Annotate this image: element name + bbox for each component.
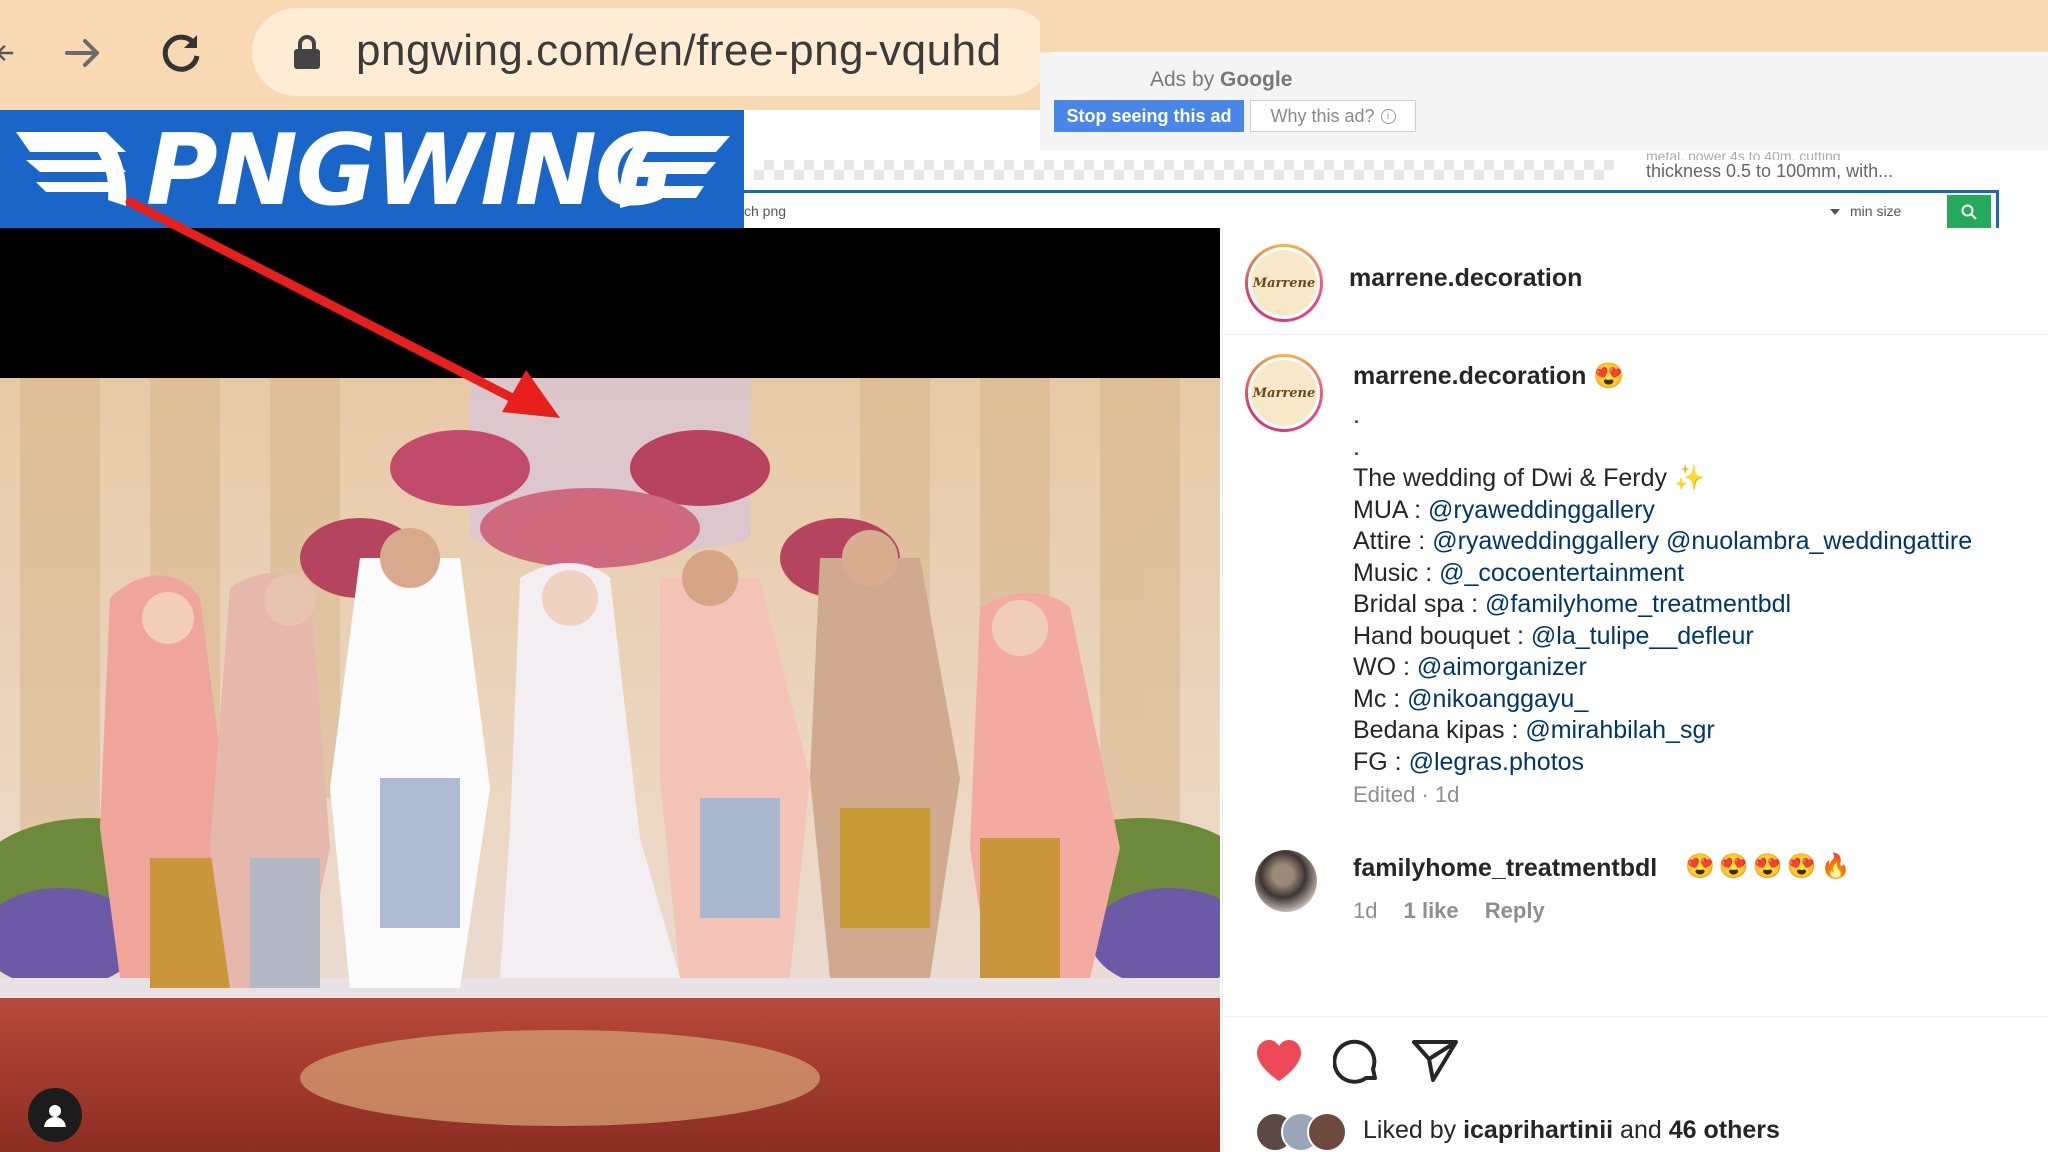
why-this-ad-button[interactable]: Why this ad? i — [1250, 100, 1416, 132]
comment-meta: 1d 1 like Reply — [1353, 898, 1565, 924]
mention-link[interactable]: @ryaweddinggallery — [1428, 496, 1655, 524]
caption-line: Bridal spa : @familyhome_treatmentbdl — [1353, 590, 1792, 618]
transparency-pattern — [754, 160, 1614, 180]
info-icon: i — [1380, 108, 1396, 124]
liked-by-user[interactable]: icaprihartinii — [1463, 1116, 1613, 1144]
chevron-down-icon — [1830, 209, 1840, 216]
post-caption: . . The wedding of Dwi & Ferdy ✨ MUA : @… — [1353, 400, 1972, 778]
liked-by-avatars[interactable] — [1255, 1112, 1355, 1152]
search-input[interactable]: ch png — [744, 203, 786, 219]
red-arrow-annotation — [125, 197, 560, 418]
heart-filled-icon — [1257, 1040, 1301, 1081]
mention-link[interactable]: @_cocoentertainment — [1439, 559, 1684, 587]
wing-left-icon — [16, 132, 127, 206]
caption-line: . — [1353, 432, 1360, 461]
comment-time: 1d — [1353, 898, 1378, 923]
ad-snippet[interactable]: metal, power 4s to 40m, cutting thicknes… — [1646, 152, 1893, 182]
wing-right-icon — [619, 136, 730, 208]
liker-avatar — [1307, 1112, 1347, 1152]
comment-likes[interactable]: 1 like — [1404, 898, 1459, 923]
avatar-logo-text: Marrene — [1251, 360, 1317, 426]
post-photo[interactable] — [0, 378, 1220, 1152]
caption-line: MUA : @ryaweddinggallery — [1353, 495, 1655, 524]
mention-link[interactable]: @ryaweddinggallery @nuolambra_weddingatt… — [1432, 527, 1972, 555]
heart-eyes-emoji: 😍 — [1593, 362, 1625, 390]
caption-avatar[interactable]: Marrene — [1245, 354, 1323, 432]
actions-divider — [1223, 1016, 2048, 1017]
comment-reply-button[interactable]: Reply — [1485, 898, 1545, 923]
caption-line: . — [1353, 401, 1360, 429]
caption-line: Mc : @nikoanggayu_ — [1353, 684, 1589, 713]
wedding-photo-image — [0, 378, 1220, 1152]
search-button[interactable] — [1947, 195, 1991, 229]
user-tags-button[interactable] — [28, 1088, 82, 1142]
stop-seeing-ad-button[interactable]: Stop seeing this ad — [1054, 100, 1244, 132]
caption-line: Hand bouquet : @la_tulipe__defleur — [1353, 621, 1754, 650]
address-bar[interactable]: pngwing.com/en/free-png-vquhd — [252, 8, 1052, 96]
mention-link[interactable]: @la_tulipe__defleur — [1531, 622, 1754, 650]
header-divider — [1223, 334, 2048, 335]
caption-username-row: marrene.decoration 😍 — [1353, 362, 1625, 391]
browser-toolbar-right — [1040, 0, 2048, 52]
comment-avatar[interactable] — [1255, 850, 1317, 912]
google-ad-panel: Ads by Google Stop seeing this ad Why th… — [1040, 54, 2048, 151]
comment-icon — [1333, 1039, 1377, 1084]
comment-button[interactable] — [1331, 1036, 1383, 1086]
min-size-dropdown[interactable]: min size — [1830, 203, 1901, 219]
browser-toolbar: pngwing.com/en/free-png-vquhd — [0, 0, 1052, 110]
avatar-logo-text: Marrene — [1251, 250, 1317, 316]
mention-link[interactable]: @nikoanggayu_ — [1407, 685, 1588, 713]
share-button[interactable] — [1409, 1036, 1461, 1086]
lock-icon — [294, 35, 320, 69]
caption-line: Attire : @ryaweddinggallery @nuolambra_w… — [1353, 527, 1973, 555]
back-button[interactable] — [0, 22, 24, 84]
edited-timestamp: Edited · 1d — [1353, 782, 1460, 807]
png-search-bar: ch png min size — [744, 190, 1999, 231]
reload-icon — [162, 34, 200, 72]
paper-plane-icon — [1412, 1040, 1458, 1082]
reload-button[interactable] — [150, 22, 212, 84]
forward-button[interactable] — [52, 22, 114, 84]
caption-username[interactable]: marrene.decoration — [1353, 362, 1586, 390]
comment-text: 😍😍😍😍🔥 — [1685, 853, 1855, 880]
caption-line: FG : @legras.photos — [1353, 747, 1585, 776]
caption-line: The wedding of Dwi & Ferdy ✨ — [1353, 464, 1706, 492]
comment-username[interactable]: familyhome_treatmentbdl — [1353, 854, 1657, 883]
search-icon — [1961, 204, 1977, 220]
ad-strip: metal, power 4s to 40m, cutting thicknes… — [744, 150, 2048, 190]
caption-line: Bedana kipas : @mirahbilah_sgr — [1353, 716, 1715, 744]
mention-link[interactable]: @familyhome_treatmentbdl — [1485, 590, 1791, 618]
like-button[interactable] — [1253, 1036, 1305, 1086]
post-details-panel: Marrene marrene.decoration Marrene marre… — [1222, 228, 2048, 1152]
back-arrow-icon — [0, 44, 14, 62]
url-text: pngwing.com/en/free-png-vquhd — [356, 26, 1002, 75]
ads-by-label: Ads by Google — [1150, 68, 1293, 91]
caption-line: Music : @_cocoentertainment — [1353, 558, 1685, 587]
forward-arrow-icon — [65, 39, 99, 67]
liked-by-others[interactable]: 46 others — [1669, 1116, 1780, 1144]
mention-link[interactable]: @aimorganizer — [1417, 653, 1587, 681]
header-username[interactable]: marrene.decoration — [1349, 264, 1582, 293]
caption-line: WO : @aimorganizer — [1353, 653, 1587, 681]
mention-link[interactable]: @legras.photos — [1409, 748, 1584, 776]
liked-by-text: Liked by icaprihartinii and 46 others — [1363, 1116, 1780, 1144]
header-avatar[interactable]: Marrene — [1245, 244, 1323, 322]
person-icon — [44, 1105, 66, 1127]
mention-link[interactable]: @mirahbilah_sgr — [1525, 716, 1714, 744]
